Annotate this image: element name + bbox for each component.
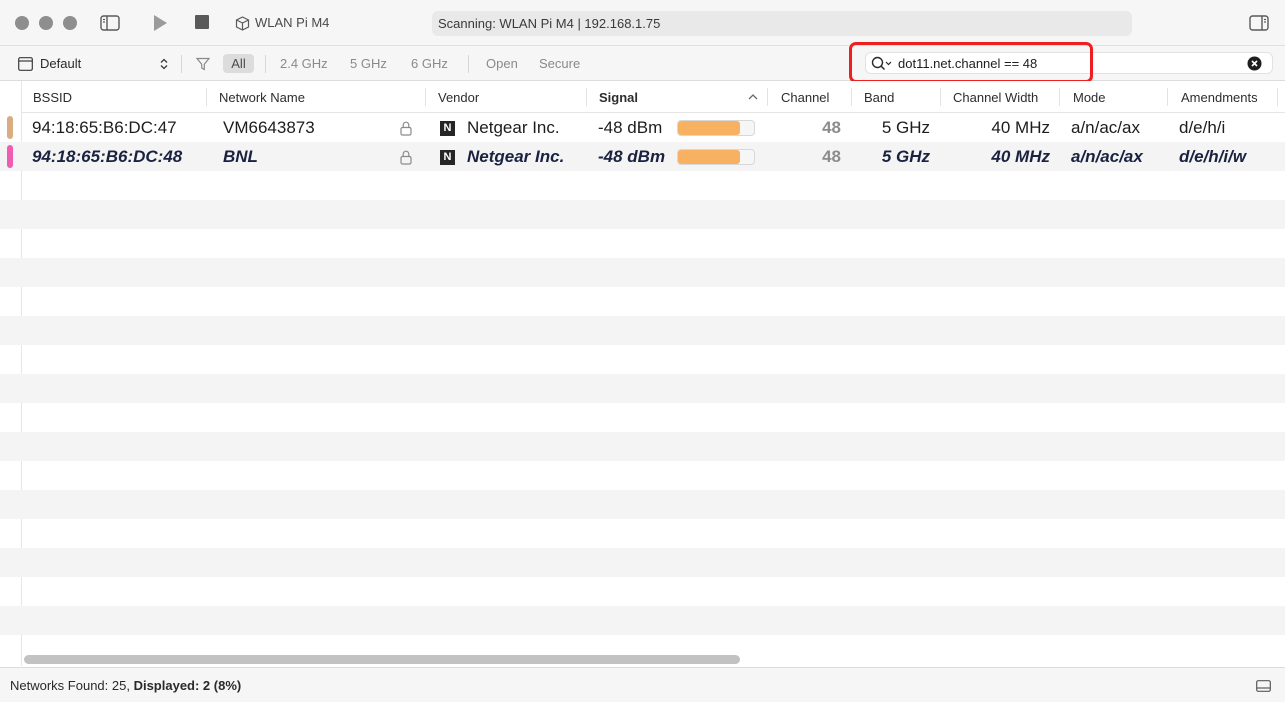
security-filter-secure[interactable]: Secure: [539, 56, 580, 71]
device-name[interactable]: WLAN Pi M4: [255, 15, 329, 30]
band-cell: 5 GHz: [881, 147, 930, 166]
channel-cell: 48: [822, 118, 841, 137]
divider: [851, 88, 852, 106]
mode-cell: a/n/ac/ax: [1071, 147, 1143, 166]
lock-icon: [400, 150, 412, 165]
chevron-updown-icon: [160, 58, 168, 70]
filter-icon[interactable]: [195, 56, 211, 72]
sidebar-toggle-icon[interactable]: [99, 13, 121, 33]
column-header-vendor[interactable]: Vendor: [438, 90, 479, 105]
vendor-logo: N: [440, 150, 455, 165]
divider: [767, 88, 768, 106]
cube-icon: [234, 15, 250, 31]
scan-status: Scanning: WLAN Pi M4 | 192.168.1.75: [432, 11, 1132, 36]
column-header-channel[interactable]: Channel: [781, 90, 829, 105]
mode-cell: a/n/ac/ax: [1071, 118, 1140, 137]
clear-search-icon[interactable]: [1247, 56, 1262, 71]
sort-ascending-icon[interactable]: [748, 93, 758, 100]
column-header-bssid[interactable]: BSSID: [33, 90, 72, 105]
window-icon: [18, 57, 33, 71]
signal-cell: -48 dBm: [598, 118, 663, 137]
band-cell: 5 GHz: [881, 118, 930, 137]
title-bar: WLAN Pi M4 Scanning: WLAN Pi M4 | 192.16…: [0, 0, 1285, 46]
network-count: Networks Found: 25, Displayed: 2 (8%): [10, 678, 241, 693]
network-name-cell: BNL: [223, 147, 258, 166]
horizontal-scrollbar[interactable]: [24, 655, 740, 664]
network-name-cell: VM6643873: [223, 118, 315, 137]
lock-icon: [400, 121, 412, 136]
vendor-logo: N: [440, 121, 455, 136]
row-color-marker: [7, 145, 13, 168]
channel-width-cell: 40 MHz: [991, 147, 1050, 166]
networks-found-label: Networks Found: 25,: [10, 678, 130, 693]
divider: [1167, 88, 1168, 106]
table-header: BSSID Network Name Vendor Signal Channel…: [22, 81, 1285, 113]
column-header-amendments[interactable]: Amendments: [1181, 90, 1258, 105]
preset-label: Default: [40, 56, 82, 71]
play-icon[interactable]: [150, 13, 170, 33]
search-highlight-box: [849, 42, 1093, 83]
close-window-button[interactable]: [15, 16, 29, 30]
band-filter-5ghz[interactable]: 5 GHz: [350, 56, 387, 71]
bottom-panel-toggle-icon[interactable]: [1255, 679, 1271, 693]
inspector-toggle-icon[interactable]: [1248, 13, 1270, 33]
signal-strength-bar: [677, 149, 755, 165]
signal-cell: -48 dBm: [598, 147, 666, 166]
band-filter-2-4ghz[interactable]: 2.4 GHz: [280, 56, 328, 71]
column-header-channel-width[interactable]: Channel Width: [953, 90, 1038, 105]
signal-strength-fill: [678, 150, 741, 164]
vendor-cell: Netgear Inc.: [467, 147, 565, 166]
channel-width-cell: 40 MHz: [991, 118, 1050, 137]
security-filter-open[interactable]: Open: [486, 56, 518, 71]
table-row[interactable]: 94:18:65:B6:DC:48 BNL N Netgear Inc. -48…: [0, 142, 1285, 171]
table-row[interactable]: 94:18:65:B6:DC:47 VM6643873 N Netgear In…: [0, 113, 1285, 142]
channel-cell: 48: [822, 147, 841, 166]
signal-strength-fill: [678, 121, 741, 135]
band-filter-all[interactable]: All: [223, 54, 254, 73]
column-header-network-name[interactable]: Network Name: [219, 90, 305, 105]
amendments-cell: d/e/h/i: [1179, 118, 1226, 137]
divider: [586, 88, 587, 106]
divider: [468, 55, 469, 73]
zoom-window-button[interactable]: [63, 16, 77, 30]
bssid-cell: 94:18:65:B6:DC:47: [32, 118, 177, 137]
vendor-cell: Netgear Inc.: [467, 118, 560, 137]
divider: [265, 55, 266, 73]
column-header-signal[interactable]: Signal: [599, 90, 638, 105]
divider: [181, 55, 182, 73]
row-color-marker: [7, 116, 13, 139]
divider: [1277, 88, 1278, 106]
divider: [1059, 88, 1060, 106]
column-header-band[interactable]: Band: [864, 90, 894, 105]
minimize-window-button[interactable]: [39, 16, 53, 30]
signal-strength-bar: [677, 120, 755, 136]
divider: [425, 88, 426, 106]
band-filter-6ghz[interactable]: 6 GHz: [411, 56, 448, 71]
column-header-mode[interactable]: Mode: [1073, 90, 1106, 105]
divider: [940, 88, 941, 106]
bssid-cell: 94:18:65:B6:DC:48: [32, 147, 183, 166]
networks-displayed-label: Displayed: 2 (8%): [133, 678, 242, 693]
status-bar: Networks Found: 25, Displayed: 2 (8%): [0, 667, 1285, 702]
amendments-cell: d/e/h/i/w: [1179, 147, 1247, 166]
divider: [206, 88, 207, 106]
stop-icon[interactable]: [194, 14, 210, 30]
